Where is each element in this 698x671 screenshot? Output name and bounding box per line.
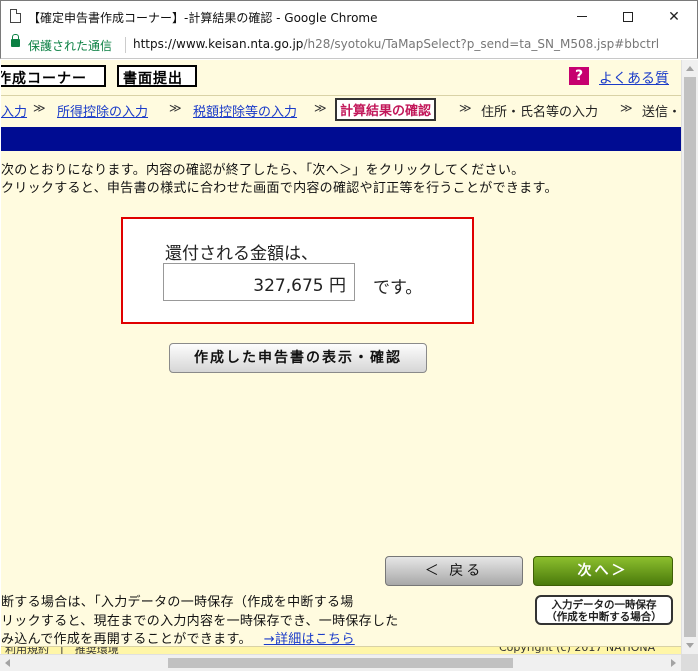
step-navigation: 入力 ≫ 所得控除の入力 ≫ 税額控除等の入力 ≫ 計算結果の確認 ≫ 住所・氏…: [1, 95, 681, 121]
step-arrow: ≫: [620, 101, 633, 115]
step-link-tax-credit[interactable]: 税額控除等の入力: [193, 101, 297, 120]
maximize-button[interactable]: [605, 1, 651, 32]
paper-submit-badge: 書面提出: [117, 65, 197, 87]
save-note-line-2: リックすると、現在までの入力内容を一時保存でき、一時保存した: [1, 614, 399, 629]
refund-amount-field: 327,675 円: [163, 263, 355, 301]
close-button[interactable]: ✕: [651, 1, 697, 32]
step-link-input[interactable]: 入力: [1, 101, 27, 120]
url-path: /h28/syotoku/TaMapSelect?p_send=ta_SN_M5…: [303, 37, 660, 51]
section-header-bar: [1, 127, 681, 151]
save-note-line-3: み込んで作成を再開することができます。 →詳細はこちら: [1, 628, 355, 647]
step-arrow: ≫: [459, 101, 472, 115]
copyright-text: Copyright (c) 2017 NATIONA: [499, 646, 656, 654]
address-bar[interactable]: 保護された通信 https://www.keisan.nta.go.jp/h28…: [0, 31, 698, 59]
maximize-icon: [623, 11, 633, 22]
page-icon: [10, 9, 21, 23]
refund-result-box: 還付される金額は、 327,675 円 です。: [121, 217, 474, 324]
page-footer: 利用規約 | 推奨環境 Copyright (c) 2017 NATIONA: [1, 646, 681, 654]
scroll-down-icon[interactable]: [686, 643, 694, 648]
address-separator: [125, 37, 126, 53]
instruction-line-1: 次のとおりになります。内容の確認が終了したら、「次へ＞」をクリックしてください。: [1, 163, 525, 178]
refund-suffix: です。: [373, 278, 423, 298]
faq-link[interactable]: よくある質: [599, 68, 669, 88]
next-button[interactable]: 次へ＞: [533, 556, 673, 586]
instruction-line-2: クリックすると、申告書の様式に合わせた画面で内容の確認や訂正等を行うことができま…: [1, 181, 558, 196]
secure-label[interactable]: 保護された通信: [28, 37, 112, 54]
scrollbar-corner: [681, 654, 698, 671]
scroll-right-icon[interactable]: [671, 659, 676, 667]
footer-links[interactable]: 利用規約 | 推奨環境: [5, 647, 119, 654]
step-address-name: 住所・氏名等の入力: [481, 105, 599, 120]
help-icon[interactable]: ?: [569, 67, 589, 85]
save-note-line-1: 断する場合は、「入力データの一時保存（作成を中断する場: [1, 595, 354, 610]
save-button-line-1: 入力データの一時保存: [551, 599, 657, 611]
url-field[interactable]: https://www.keisan.nta.go.jp/h28/syotoku…: [133, 37, 659, 51]
url-host: https://www.keisan.nta.go.jp: [133, 37, 304, 51]
close-icon: ✕: [668, 8, 680, 25]
back-button[interactable]: ＜ 戻る: [385, 556, 523, 586]
scroll-up-icon[interactable]: [686, 66, 694, 71]
step-arrow: ≫: [314, 101, 327, 115]
window-title: 【確定申告書作成コーナー】-計算結果の確認 - Google Chrome: [28, 11, 378, 25]
step-arrow: ≫: [169, 101, 182, 115]
save-button-line-2: （作成を中断する場合）: [546, 611, 662, 623]
step-current-result: 計算結果の確認: [335, 98, 437, 121]
details-link[interactable]: →詳細はこちら: [264, 632, 355, 647]
step-send: 送信・: [642, 105, 681, 120]
save-note-line-3-text: み込んで作成を再開することができます。: [1, 632, 252, 647]
view-return-button[interactable]: 作成した申告書の表示・確認: [169, 343, 427, 373]
corner-title: 作成コーナー: [1, 65, 106, 87]
scroll-left-icon[interactable]: [5, 659, 10, 667]
step-arrow: ≫: [33, 101, 46, 115]
lock-icon: [11, 34, 20, 47]
minimize-button[interactable]: [559, 1, 605, 32]
horizontal-scrollbar[interactable]: [0, 654, 681, 671]
window-titlebar: 【確定申告書作成コーナー】-計算結果の確認 - Google Chrome ✕: [0, 0, 698, 31]
page-content: 作成コーナー 書面提出 ? よくある質 入力 ≫ 所得控除の入力 ≫ 税額控除等…: [1, 60, 681, 654]
header-bar: 作成コーナー 書面提出 ? よくある質: [1, 65, 681, 90]
vertical-scroll-thumb[interactable]: [684, 77, 696, 637]
save-temp-data-button[interactable]: 入力データの一時保存 （作成を中断する場合）: [535, 595, 673, 625]
horizontal-scroll-thumb[interactable]: [168, 658, 513, 668]
vertical-scrollbar[interactable]: [681, 60, 698, 654]
step-link-income-deduction[interactable]: 所得控除の入力: [57, 101, 148, 120]
minimize-icon: [577, 16, 587, 17]
refund-caption: 還付される金額は、: [165, 244, 318, 264]
